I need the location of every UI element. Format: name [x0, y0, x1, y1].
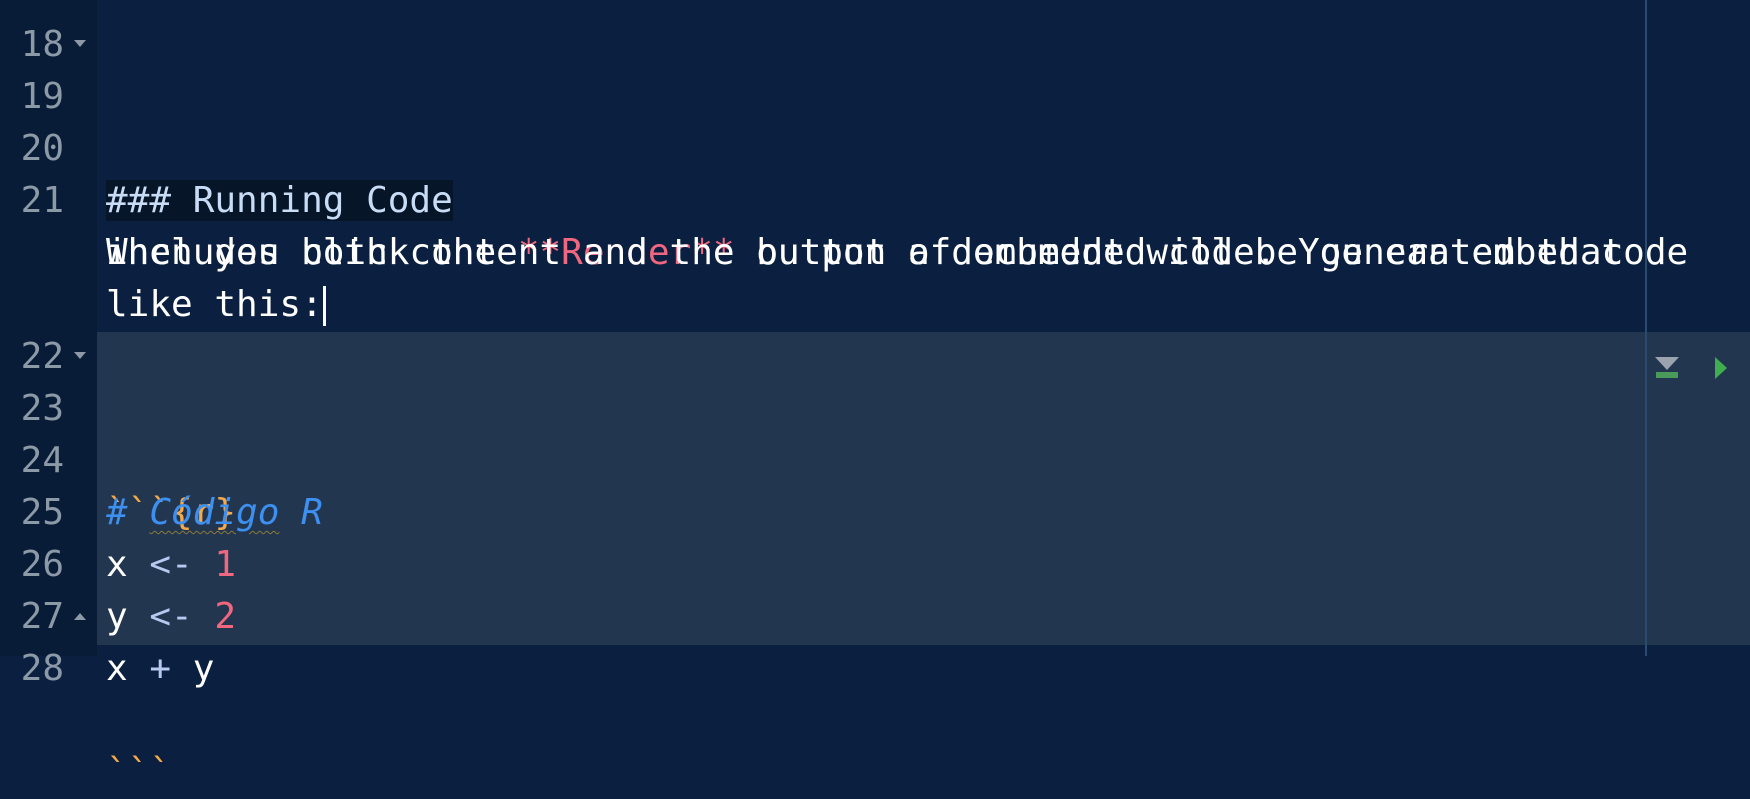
editor-line[interactable]: 19 ### Running Code	[0, 19, 1750, 221]
operator: +	[127, 648, 193, 689]
identifier: y	[192, 648, 215, 689]
fold-toggle-icon[interactable]	[74, 40, 86, 47]
triangle-shape	[1655, 357, 1679, 370]
editor-line[interactable]: 20	[0, 71, 1750, 169]
run-all-chunks-above-icon[interactable]	[1655, 357, 1679, 378]
editor-line[interactable]: 28 ```	[0, 591, 1750, 793]
editor-line[interactable]: 23 ```{r}	[0, 331, 1750, 533]
identifier: x	[106, 648, 128, 689]
editor-line[interactable]: 22	[0, 279, 1750, 377]
editor-line-wrap[interactable]: includes both content and the output of …	[0, 175, 1750, 273]
editor-line[interactable]: 25 x <- 1	[0, 435, 1750, 585]
editor-line[interactable]: 27 x + y	[0, 539, 1750, 689]
editor-line[interactable]: 21 When you click the **Render** button …	[0, 123, 1750, 273]
bar-shape	[1656, 372, 1678, 378]
editor-line[interactable]: 18	[0, 0, 1750, 65]
fold-toggle-icon[interactable]	[74, 352, 86, 359]
editor-line[interactable]: 26 y <- 2	[0, 487, 1750, 637]
fold-toggle-icon[interactable]	[74, 613, 86, 620]
chunk-fence: ```	[106, 752, 172, 793]
editor-line[interactable]: 24 # Código R	[0, 383, 1750, 533]
run-current-chunk-icon[interactable]	[1715, 357, 1727, 379]
editor-line-wrap[interactable]: like this:	[0, 227, 1750, 326]
line-number: 28	[20, 648, 64, 689]
